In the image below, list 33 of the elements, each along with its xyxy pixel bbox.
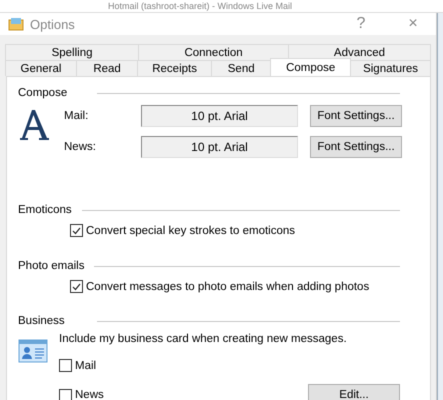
field-label: Mail: — [64, 110, 90, 122]
font-settings-button[interactable]: Font Settings... — [310, 136, 402, 158]
font-letter-icon — [18, 109, 50, 141]
help-button[interactable]: ? — [338, 13, 384, 35]
checkbox-option[interactable]: Mail — [59, 359, 400, 372]
window-title: Options — [30, 16, 76, 32]
close-button[interactable]: × — [390, 13, 436, 35]
font-settings-button[interactable]: Font Settings... — [310, 105, 402, 127]
field-label: News: — [64, 141, 97, 153]
checkbox[interactable] — [70, 280, 83, 293]
checkbox-option[interactable]: News — [59, 388, 104, 400]
tab[interactable]: Advanced — [288, 44, 431, 60]
font-field: 10 pt. Arial — [141, 136, 298, 158]
font-field: 10 pt. Arial — [141, 105, 298, 127]
tab[interactable]: Receipts — [137, 60, 212, 76]
business-card-icon — [18, 339, 48, 363]
checkbox[interactable] — [70, 224, 83, 237]
tab[interactable]: Signatures — [350, 60, 432, 76]
checkbox-option[interactable]: Convert special key strokes to emoticons — [70, 224, 430, 237]
tab[interactable]: Spelling — [5, 44, 140, 60]
checkbox[interactable] — [59, 388, 72, 400]
section-heading: Business — [18, 315, 65, 327]
tab[interactable]: General — [5, 60, 77, 76]
background-window-title: Hotmail (tashroot-shareit) - Windows Live Mail — [108, 1, 292, 11]
section-heading: Photo emails — [18, 260, 84, 272]
options-icon — [8, 17, 24, 31]
checkbox[interactable] — [59, 359, 72, 372]
edit-button[interactable]: Edit... — [308, 384, 400, 400]
business-card-text: Include my business card when creating new messages. — [59, 333, 348, 345]
section-heading: Emoticons — [18, 204, 72, 216]
section-heading: Compose — [18, 87, 68, 99]
tab[interactable]: Compose — [270, 58, 352, 76]
checkbox-option[interactable]: Convert messages to photo emails when adding photos — [70, 280, 430, 293]
